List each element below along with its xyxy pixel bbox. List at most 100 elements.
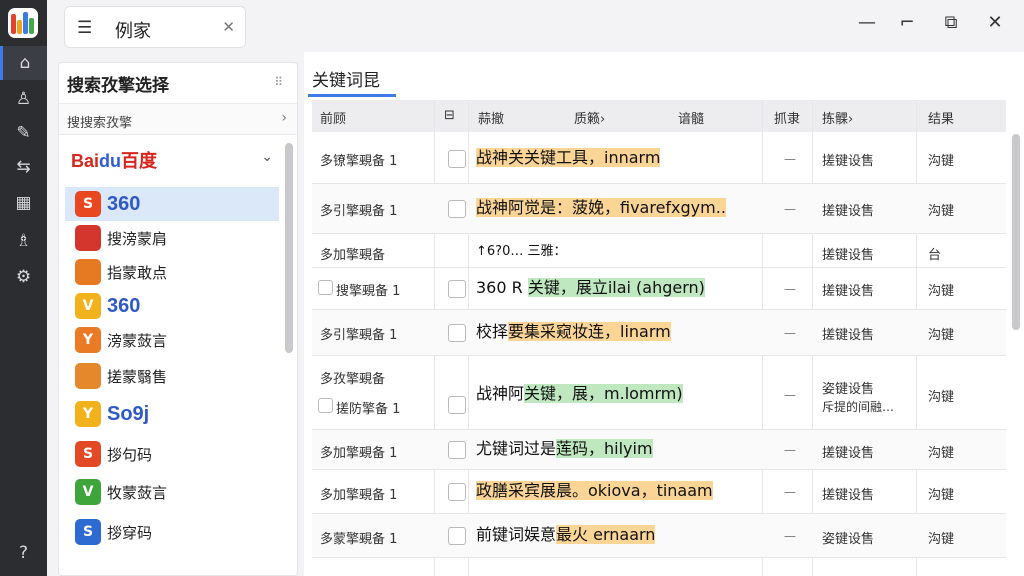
engine-item-7[interactable]: S 拶句码 — [65, 437, 279, 471]
close-icon[interactable]: ✕ — [222, 18, 235, 36]
col-header[interactable]: 谙髓 — [678, 108, 704, 127]
drag-icon[interactable]: ⠿ — [274, 75, 283, 89]
title-tab[interactable]: ☰ 例家 ✕ — [64, 6, 246, 48]
table-row[interactable]: 搜擎覡备 1 360 R 关键，展立ilai (ahgern) — 搓键设售 沟… — [312, 268, 1006, 310]
engine-count: 多引擎覡备 1 — [320, 328, 398, 343]
subhead-label: 搜搜索孜擎 — [67, 116, 133, 131]
settings-cell: 搓键设售 — [822, 248, 875, 263]
table-row[interactable]: 多引擎覡备 1 校择要集采窥妆连，linarm — 搓键设售 沟键 — [312, 310, 1006, 356]
row-checkbox[interactable] — [448, 200, 466, 218]
keyword-highlight: 政膳采宾展晨。okiova，tinaam — [476, 481, 713, 500]
engine-item-9[interactable]: S 拶穿码 — [65, 515, 279, 549]
engine-item-5[interactable]: 搓蒙翳售 — [65, 359, 279, 393]
chevron-down-icon[interactable]: — — [784, 443, 796, 457]
restore-icon[interactable]: ⧉ — [936, 12, 966, 33]
gear-icon[interactable]: ⚙ — [0, 260, 47, 294]
home-icon[interactable]: ⌂ — [0, 46, 47, 80]
row-checkbox[interactable] — [448, 280, 466, 298]
engine-list-scrollbar[interactable] — [285, 143, 293, 353]
engine-item-2[interactable]: 指蒙敢点 — [65, 255, 279, 289]
engine-select-panel: 搜索孜擎选择 ⠿ 搜搜索孜擎 › Baidu百度 ⌄ S 360 搜滂蒙肩 指蒙… — [58, 62, 298, 576]
window-close-icon[interactable]: ✕ — [980, 12, 1010, 33]
row-checkbox[interactable] — [448, 441, 466, 459]
brush-icon[interactable]: ✎ — [0, 116, 47, 150]
pin-icon[interactable]: ⌐ — [892, 12, 922, 33]
result-cell: 沟键 — [928, 204, 955, 219]
result-cell: 沟键 — [928, 446, 955, 461]
row-checkbox[interactable] — [448, 150, 466, 168]
engine-label: 滂蒙蔹言 — [107, 331, 168, 350]
chevron-right-icon: › — [281, 110, 287, 126]
engine-item-6[interactable]: Y So9j — [65, 397, 279, 431]
engine-item-3[interactable]: V 360 — [65, 289, 279, 323]
table-row[interactable]: 多镣擎覡备 1 战神关关键工具，innarm — 搓键设售 沟键 — [312, 134, 1006, 184]
chevron-down-icon[interactable]: — — [784, 326, 796, 340]
engine-badge-icon: S — [75, 191, 101, 217]
col-header[interactable]: 结果 — [928, 108, 954, 127]
engine-badge-icon — [75, 259, 101, 285]
engine-label: 拶句码 — [107, 445, 153, 464]
table-row[interactable]: 多加擎覡备 1 政膳采宾展晨。okiova，tinaam — 搓键设售 沟键 — [312, 470, 1006, 514]
table-scrollbar[interactable] — [1012, 134, 1020, 330]
keyword-highlight: 关键，展，m.lomrm) — [524, 384, 683, 403]
engine-subhead[interactable]: 搜搜索孜擎 › — [59, 103, 297, 135]
result-cell: 台 — [928, 248, 942, 263]
chevron-down-icon[interactable]: — — [784, 152, 796, 166]
chevron-down-icon[interactable]: ⌄ — [261, 149, 273, 165]
baidu-label-blue: du — [99, 151, 122, 171]
table-row[interactable]: 多引擎覡备 1 战神阿觉是：菠娩，fivarefxgym.. — 搓键设售 沟键 — [312, 184, 1006, 234]
chevron-down-icon[interactable]: — — [784, 388, 796, 402]
keyword-highlight: 莲码，hilyim — [556, 439, 653, 458]
col-header[interactable]: 蒜撤 — [478, 108, 504, 127]
panel-title: 搜索孜擎选择 — [67, 76, 169, 96]
row-checkbox[interactable] — [448, 483, 466, 501]
user-switch-icon[interactable]: ♗ — [0, 224, 47, 258]
keyword-text: 战神阿关键，展，m.lomrm) — [476, 382, 683, 406]
engine-label: 牧蒙蔹言 — [107, 483, 168, 502]
grid-icon[interactable]: ▦ — [0, 186, 47, 220]
table-row[interactable]: 多加擎覡备 1 尤键词过是莲码，hilyim — 搓键设售 沟键 — [312, 430, 1006, 470]
chevron-down-icon[interactable]: — — [784, 282, 796, 296]
table-row[interactable]: 多孜擎覡备 搓防擎备 1 战神阿关键，展，m.lomrm) — 姿键设售 斥提的… — [312, 356, 1006, 430]
row-checkbox[interactable] — [448, 324, 466, 342]
tab-keywords[interactable]: 关键词昆 — [312, 66, 380, 91]
engine-item-1[interactable]: 搜滂蒙肩 — [65, 221, 279, 255]
row-checkbox[interactable] — [448, 527, 466, 545]
keyword-tail: innarm — [604, 148, 661, 167]
minimize-icon[interactable]: — — [852, 12, 882, 33]
col-header[interactable]: 前顾 — [320, 108, 346, 127]
col-header[interactable]: 抓隶 — [774, 108, 800, 127]
chevron-down-icon[interactable]: — — [784, 202, 796, 216]
engine-label: 拶穿码 — [107, 523, 153, 542]
result-cell: 沟键 — [928, 532, 955, 547]
engine-badge-icon: Y — [75, 327, 101, 353]
engine-count: 搜擎覡备 1 — [336, 284, 401, 299]
app-logo-icon — [8, 8, 38, 38]
help-icon[interactable]: ? — [0, 536, 47, 570]
keyword-highlight: 最火 ernaarn — [556, 525, 656, 544]
row-checkbox[interactable] — [448, 396, 466, 414]
row-checkbox[interactable] — [318, 280, 333, 295]
side-rail: ⌂ ♙ ✎ ⇆ ▦ ♗ ⚙ ? — [0, 0, 47, 576]
engine-count: 多引擎覡备 1 — [320, 204, 398, 219]
engine-item-0[interactable]: S 360 — [65, 187, 279, 221]
translate-icon[interactable]: ⇆ — [0, 150, 47, 184]
keyword-tail: 战神阿 — [476, 384, 525, 403]
baidu-logo[interactable]: Baidu百度 — [71, 147, 157, 173]
engine-count: 多加擎覡备 1 — [320, 488, 398, 503]
chevron-down-icon[interactable]: — — [784, 529, 796, 543]
engine-item-8[interactable]: V 牧蒙蔹言 — [65, 475, 279, 509]
engine-label: 搜滂蒙肩 — [107, 229, 168, 248]
chevron-down-icon[interactable]: — — [784, 485, 796, 499]
table-row[interactable]: 多加擎覡备 ↑6?0… 三雅： 搓键设售 台 — [312, 234, 1006, 268]
settings-cell: 搓键设售 — [822, 204, 875, 219]
columns-toggle-icon[interactable]: ⊟ — [444, 108, 455, 123]
col-header[interactable]: 质籁› — [574, 108, 605, 127]
hamburger-icon[interactable]: ☰ — [77, 18, 92, 38]
user-icon[interactable]: ♙ — [0, 82, 47, 116]
settings-cell: 搓键设售 — [822, 154, 875, 169]
engine-item-4[interactable]: Y 滂蒙蔹言 — [65, 323, 279, 357]
row-checkbox[interactable] — [318, 398, 333, 413]
col-header[interactable]: 拣髁› — [822, 108, 853, 127]
table-row[interactable]: 多蒙擎覡备 1 前键词娱意最火 ernaarn — 姿键设售 沟键 — [312, 514, 1006, 558]
